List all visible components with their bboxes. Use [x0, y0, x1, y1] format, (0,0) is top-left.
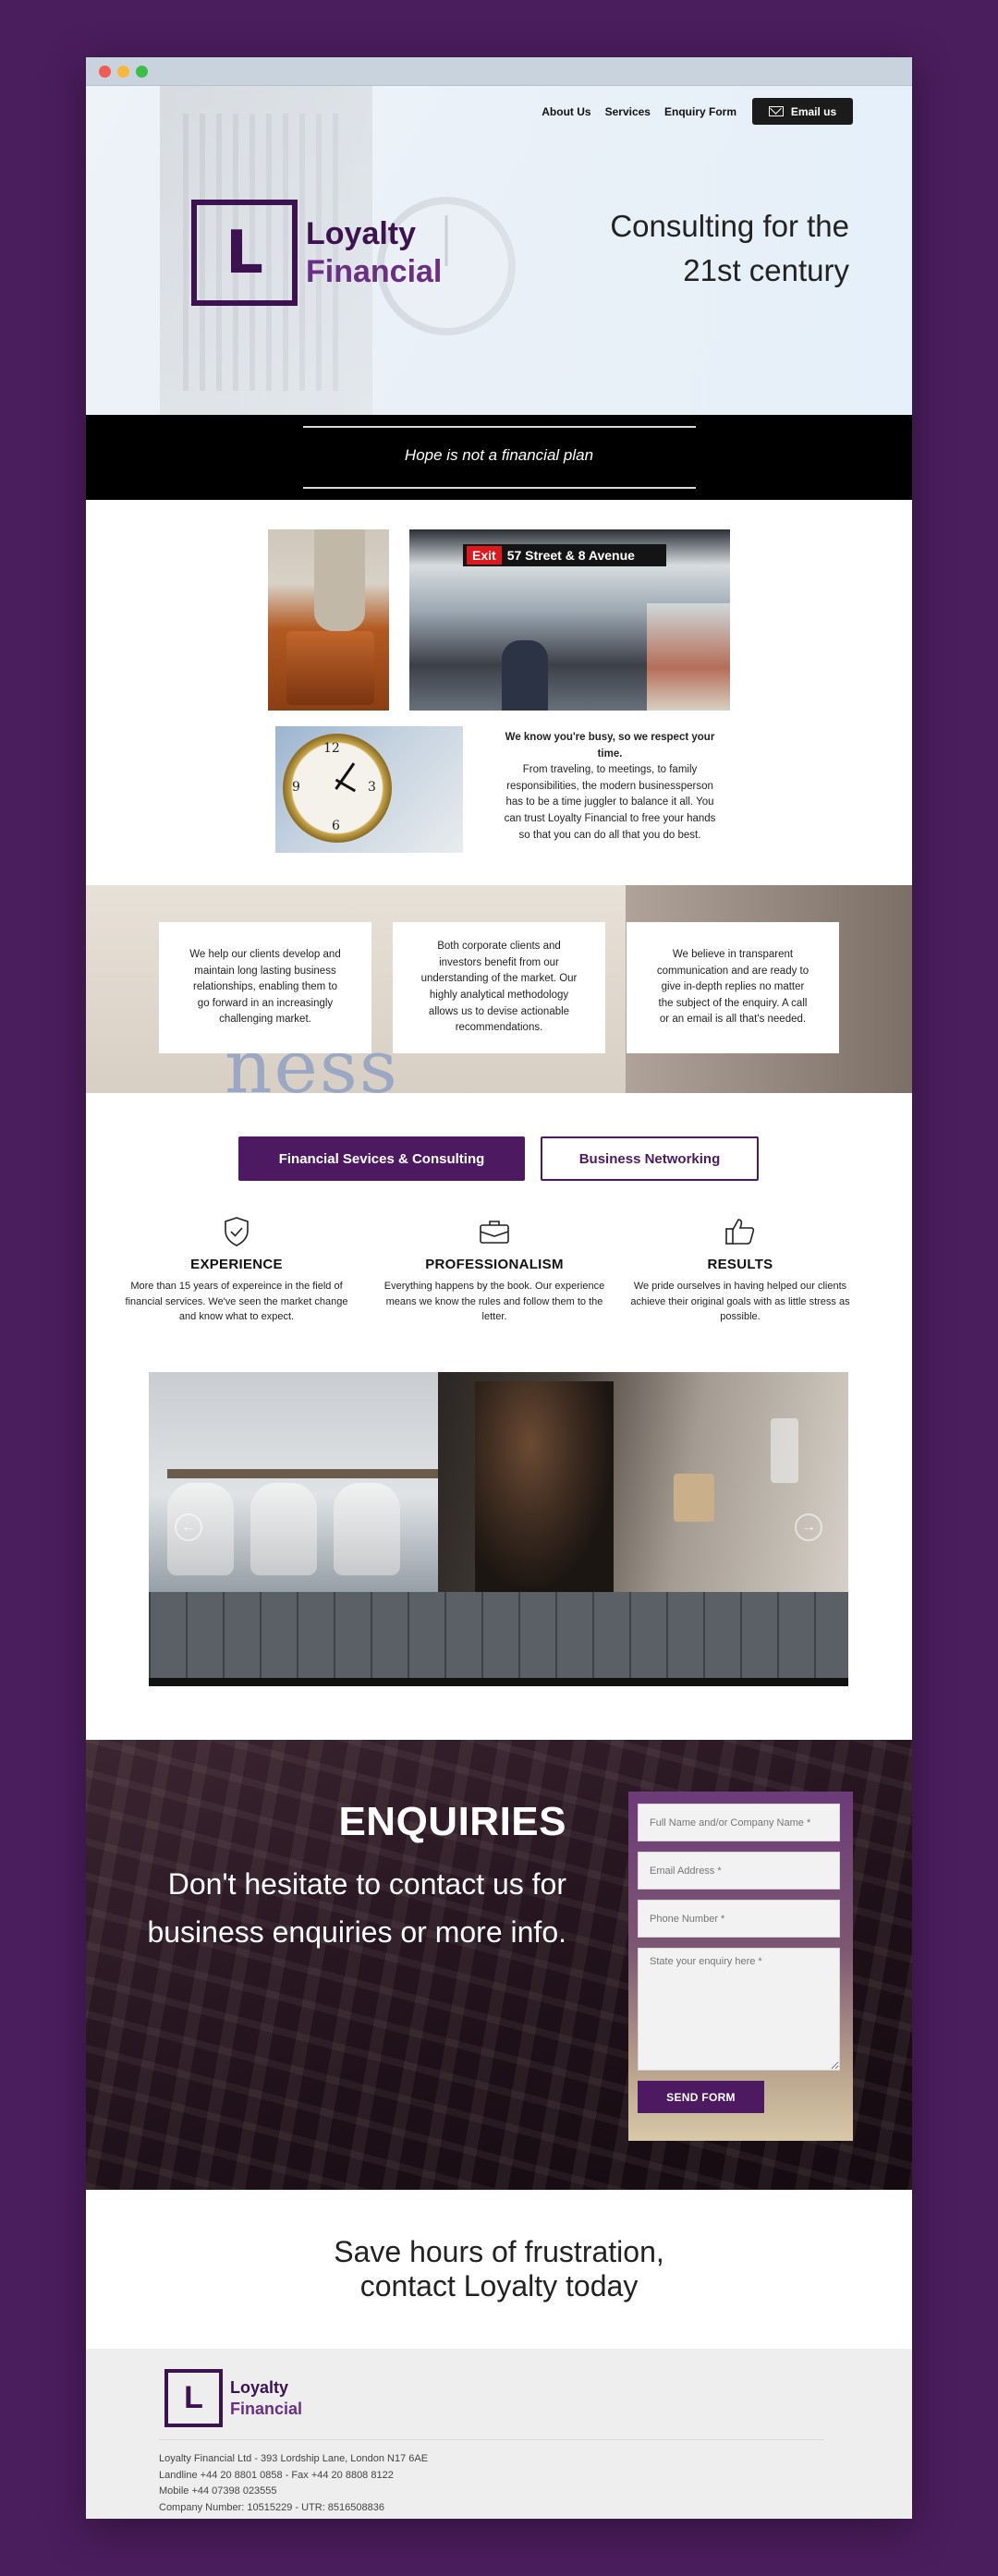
intro-photos-section: Exit 57 Street & 8 Avenue 12 3 6 9 We kn… — [86, 500, 912, 885]
value-card: We help our clients develop and maintain… — [159, 922, 371, 1053]
cta-line-2: contact Loyalty today — [359, 2269, 639, 2303]
motto-text: Hope is not a financial plan — [404, 446, 594, 464]
nav-services-link[interactable]: Services — [605, 105, 651, 118]
feature-results: RESULTS We pride ourselves in having hel… — [625, 1213, 856, 1325]
enquiry-form: SEND FORM — [628, 1792, 853, 2141]
logo-mark: L — [191, 200, 298, 306]
enquiries-title: ENQUIRIES — [338, 1799, 566, 1844]
nav-about-link[interactable]: About Us — [542, 105, 590, 118]
enquiry-textarea[interactable] — [638, 1948, 840, 2071]
nav-enquiry-link[interactable]: Enquiry Form — [664, 105, 736, 118]
motto-band: Hope is not a financial plan — [86, 415, 912, 500]
footer-logo[interactable]: L Loyalty Financial — [164, 2369, 302, 2427]
email-us-label: Email us — [790, 104, 837, 118]
divider — [159, 2439, 824, 2440]
maximize-window-button[interactable] — [136, 66, 148, 78]
cta-section: Save hours of frustration, contact Loyal… — [86, 2190, 912, 2349]
footer-contact-info: Loyalty Financial Ltd - 393 Lordship Lan… — [159, 2451, 428, 2516]
image-slider[interactable]: ← → — [149, 1372, 848, 1686]
footer-company: Company Number: 10515229 - UTR: 85165088… — [159, 2501, 384, 2513]
logo-wordmark: Loyalty Financial — [306, 215, 443, 289]
feature-title: PROFESSIONALISM — [425, 1257, 564, 1272]
feature-professionalism: PROFESSIONALISM Everything happens by th… — [379, 1213, 610, 1325]
hero-tagline: Consulting for the 21st century — [610, 209, 849, 287]
feature-text: More than 15 years of expereince in the … — [125, 1281, 348, 1322]
brand-logo[interactable]: L Loyalty Financial — [191, 200, 442, 306]
subway-photo: Exit 57 Street & 8 Avenue — [409, 529, 730, 711]
feature-text: We pride ourselves in having helped our … — [630, 1281, 850, 1322]
tab-financial-services[interactable]: Financial Sevices & Consulting — [238, 1136, 525, 1181]
slider-next-arrow-icon[interactable]: → — [795, 1513, 822, 1541]
feature-title: RESULTS — [707, 1257, 773, 1272]
envelope-icon — [768, 106, 784, 116]
hero-section: About Us Services Enquiry Form Email us … — [86, 86, 912, 415]
thumbs-up-icon — [625, 1213, 856, 1250]
close-window-button[interactable] — [99, 66, 111, 78]
services-section: Financial Sevices & Consulting Business … — [86, 1093, 912, 1740]
divider — [303, 426, 696, 428]
shield-check-icon — [121, 1213, 352, 1250]
subway-sign: Exit 57 Street & 8 Avenue — [463, 544, 666, 566]
enquiries-section: ENQUIRIES Don't hesitate to contact us f… — [86, 1740, 912, 2190]
cta-line-1: Save hours of frustration, — [334, 2235, 664, 2268]
value-card: We believe in transparent communication … — [627, 922, 839, 1053]
value-card: Both corporate clients and investors ben… — [393, 922, 605, 1053]
email-field[interactable] — [638, 1852, 840, 1889]
name-field[interactable] — [638, 1804, 840, 1841]
briefcase-photo — [268, 529, 389, 711]
divider — [303, 487, 696, 489]
busy-heading: We know you're busy, so we respect your … — [505, 732, 715, 759]
footer-address: Loyalty Financial Ltd - 393 Lordship Lan… — [159, 2453, 429, 2464]
email-us-button[interactable]: Email us — [752, 98, 853, 125]
enquiries-subtitle: Don't hesitate to contact us for busines… — [147, 1867, 566, 1949]
feature-text: Everything happens by the book. Our expe… — [383, 1281, 605, 1322]
busy-body: From traveling, to meetings, to family r… — [504, 764, 716, 841]
send-form-button[interactable]: SEND FORM — [638, 2081, 764, 2113]
footer-landline: Landline +44 20 8801 0858 - Fax +44 20 8… — [159, 2469, 394, 2481]
clock-photo: 12 3 6 9 — [275, 726, 463, 853]
minimize-window-button[interactable] — [117, 66, 129, 78]
logo-mark: L — [164, 2369, 223, 2427]
window-chrome — [86, 57, 912, 86]
main-nav: About Us Services Enquiry Form Email us — [542, 98, 853, 125]
values-section: ness We help our clients develop and mai… — [86, 885, 912, 1093]
tab-business-networking[interactable]: Business Networking — [541, 1136, 759, 1181]
briefcase-icon — [379, 1213, 610, 1250]
slider-prev-arrow-icon[interactable]: ← — [175, 1513, 202, 1541]
feature-title: EXPERIENCE — [190, 1257, 283, 1272]
footer: L Loyalty Financial Loyalty Financial Lt… — [86, 2349, 912, 2519]
feature-experience: EXPERIENCE More than 15 years of experei… — [121, 1213, 352, 1325]
busy-copy: We know you're busy, so we respect your … — [499, 730, 721, 844]
browser-window: About Us Services Enquiry Form Email us … — [86, 57, 912, 2519]
footer-mobile: Mobile +44 07398 023555 — [159, 2485, 277, 2497]
businessman-photo — [438, 1372, 848, 1592]
logo-wordmark: Loyalty Financial — [230, 2377, 303, 2418]
phone-field[interactable] — [638, 1900, 840, 1938]
